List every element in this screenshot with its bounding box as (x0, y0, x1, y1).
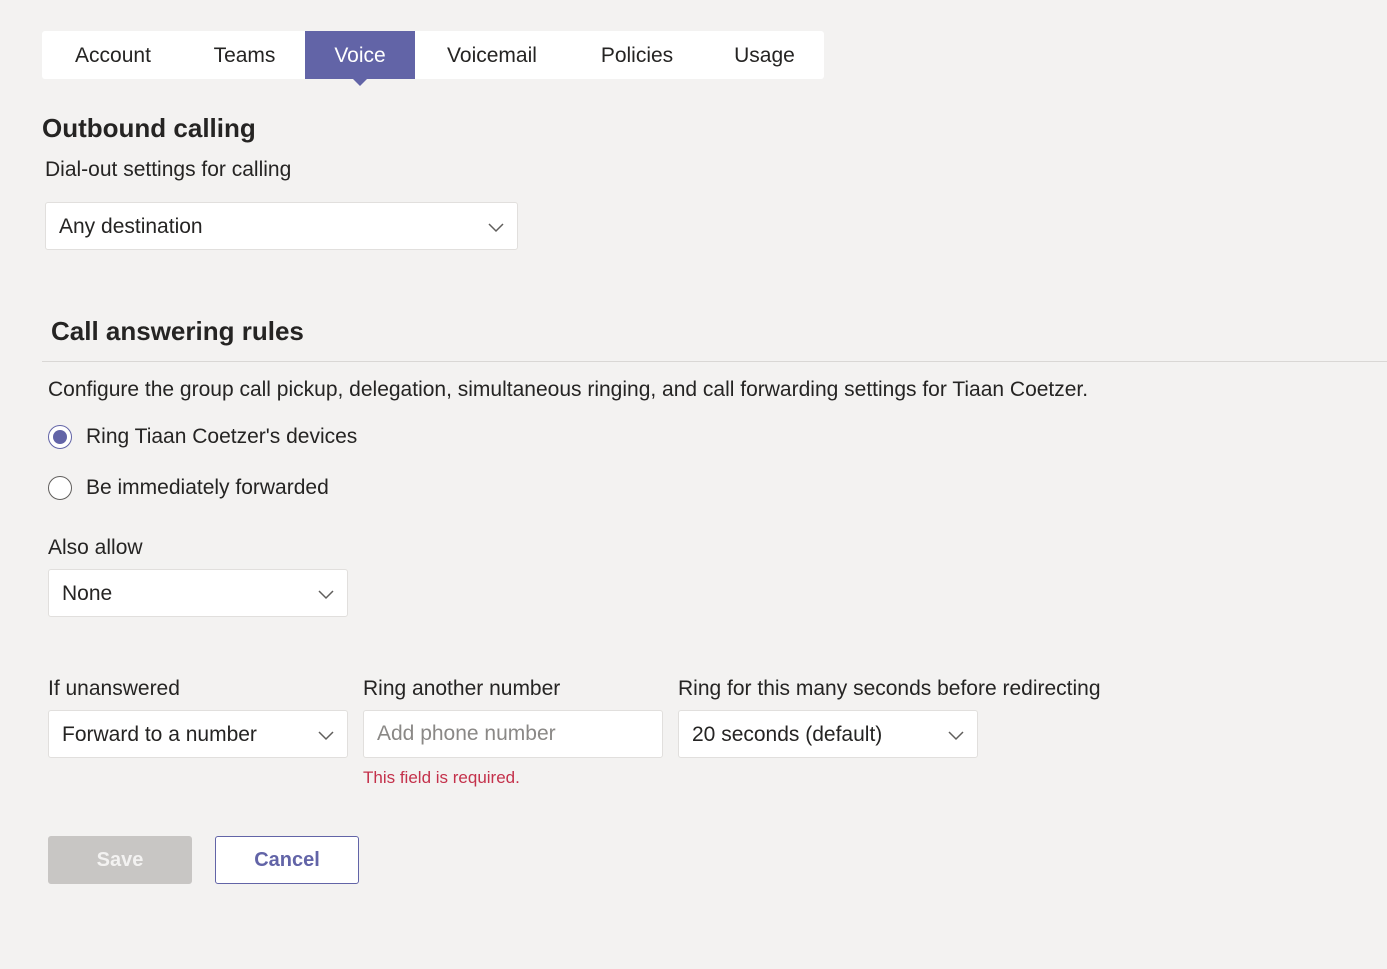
section-divider (42, 361, 1387, 362)
dialout-settings-select[interactable]: Any destination (45, 202, 518, 250)
if-unanswered-select[interactable]: Forward to a number (48, 710, 348, 758)
radio-immediately-forwarded-label: Be immediately forwarded (86, 476, 329, 499)
dialout-settings-value: Any destination (59, 215, 203, 238)
outbound-calling-heading: Outbound calling (42, 113, 256, 143)
also-allow-select[interactable]: None (48, 569, 348, 617)
cancel-button[interactable]: Cancel (215, 836, 359, 884)
tab-teams[interactable]: Teams (184, 31, 305, 79)
radio-ring-devices-label: Ring Tiaan Coetzer's devices (86, 425, 358, 448)
tab-account[interactable]: Account (42, 31, 184, 79)
ring-seconds-value: 20 seconds (default) (692, 723, 883, 746)
ring-seconds-select[interactable]: 20 seconds (default) (678, 710, 978, 758)
tab-voicemail[interactable]: Voicemail (415, 31, 569, 79)
also-allow-label: Also allow (48, 536, 143, 559)
ring-seconds-label: Ring for this many seconds before redire… (678, 677, 1101, 700)
tab-usage[interactable]: Usage (705, 31, 824, 79)
phone-number-input[interactable] (363, 710, 663, 758)
also-allow-value: None (62, 582, 113, 605)
tab-policies[interactable]: Policies (569, 31, 705, 79)
if-unanswered-value: Forward to a number (62, 723, 257, 746)
chevron-down-icon (318, 590, 334, 600)
tab-bar: Account Teams Voice Voicemail Policies U… (42, 31, 824, 86)
chevron-down-icon (488, 223, 504, 233)
if-unanswered-label: If unanswered (48, 677, 180, 700)
radio-button-checked[interactable] (48, 425, 72, 449)
radio-button-unchecked[interactable] (48, 476, 72, 500)
radio-immediately-forwarded[interactable]: Be immediately forwarded (48, 476, 329, 500)
save-button[interactable]: Save (48, 836, 192, 884)
chevron-down-icon (948, 731, 964, 741)
call-answering-description: Configure the group call pickup, delegat… (48, 378, 1089, 401)
call-answering-rules-heading: Call answering rules (51, 316, 304, 346)
dialout-settings-label: Dial-out settings for calling (45, 158, 292, 181)
tab-voice[interactable]: Voice (305, 31, 415, 86)
chevron-down-icon (318, 731, 334, 741)
field-required-error: This field is required. (363, 768, 520, 787)
ring-another-number-label: Ring another number (363, 677, 561, 700)
radio-ring-devices[interactable]: Ring Tiaan Coetzer's devices (48, 425, 357, 449)
